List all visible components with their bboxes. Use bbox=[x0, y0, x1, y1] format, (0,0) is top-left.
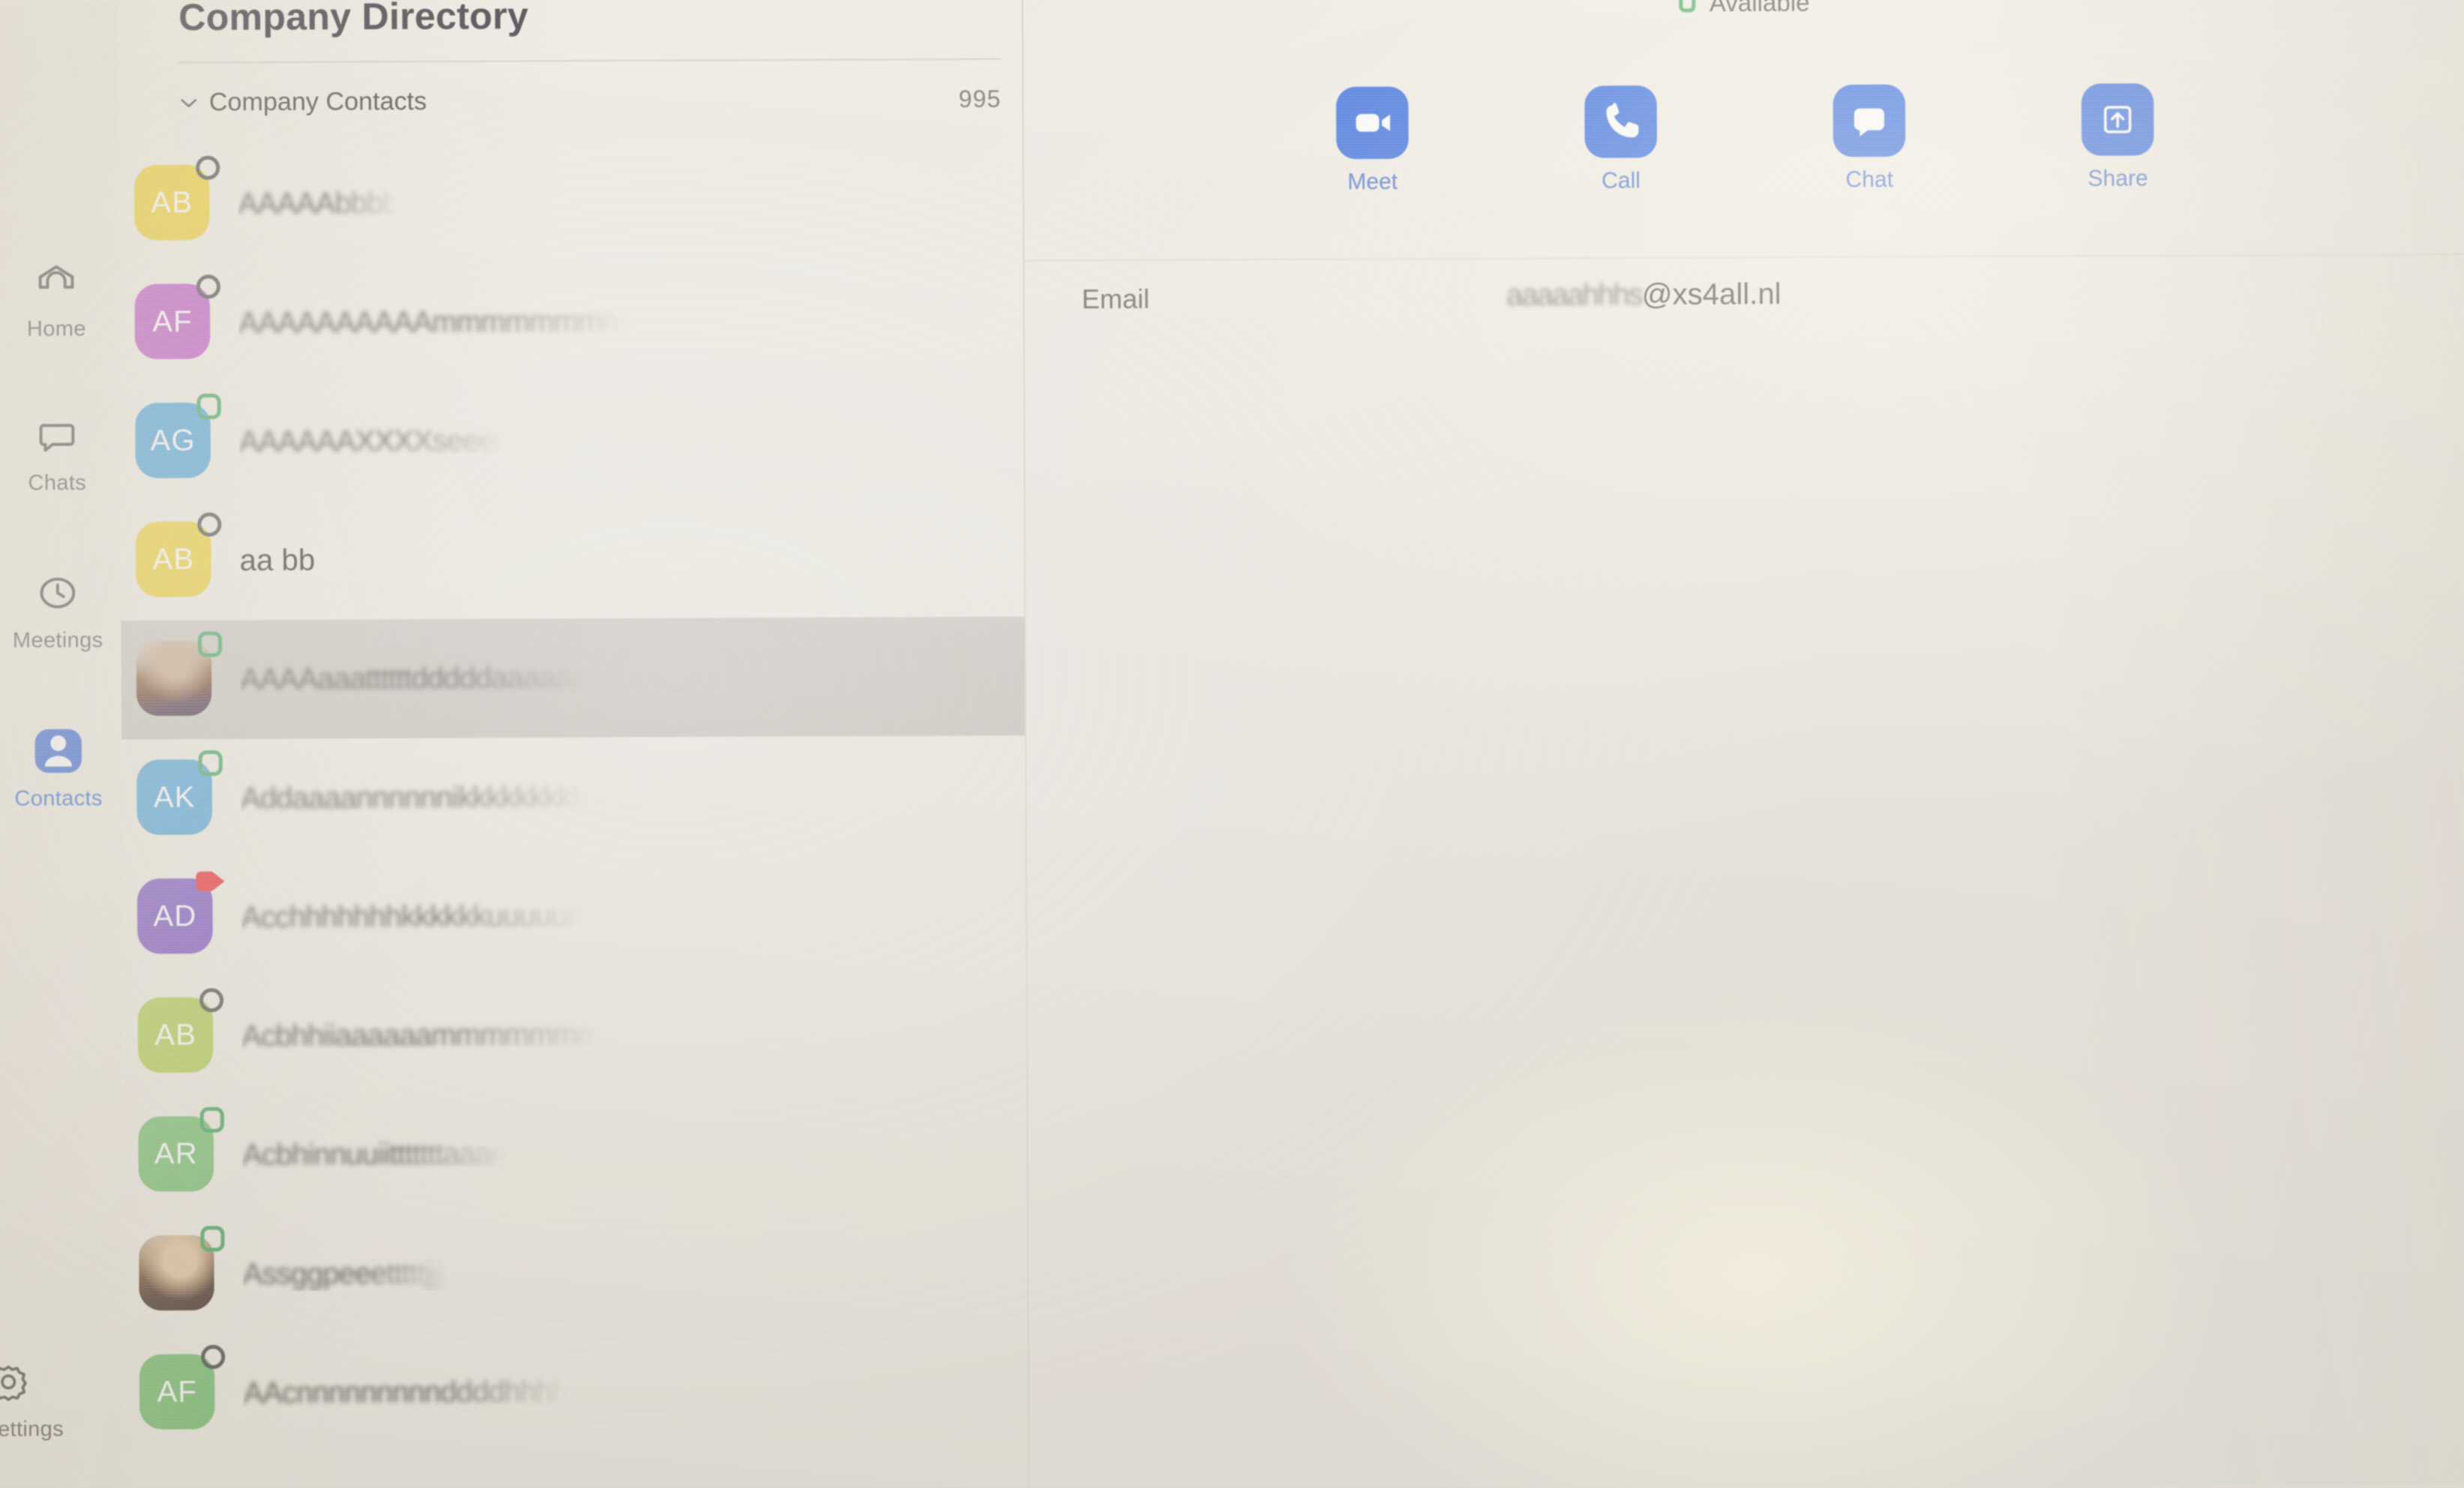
gear-icon bbox=[0, 1357, 35, 1407]
contact-row[interactable]: AR Acbhinnuuiitttttttaaan bbox=[123, 1092, 1027, 1215]
status-label: Available bbox=[1709, 0, 1810, 17]
chat-button[interactable]: Chat bbox=[1812, 84, 1926, 193]
email-field-row: Email aaaaahhhs@xs4all.nl bbox=[1024, 271, 2464, 331]
presence-available-icon bbox=[199, 1106, 224, 1133]
presence-available-icon bbox=[198, 750, 223, 777]
sidebar-item-label: Home bbox=[26, 316, 86, 341]
contact-row[interactable]: AB aa bb bbox=[121, 498, 1024, 621]
avatar bbox=[139, 1226, 225, 1313]
header-divider bbox=[177, 58, 1001, 64]
group-label: Company Contacts bbox=[208, 86, 427, 117]
action-label: Share bbox=[2088, 166, 2148, 192]
share-up-arrow-icon bbox=[2081, 83, 2154, 156]
email-redacted-part: aaaaahhhs bbox=[1506, 278, 1642, 313]
sidebar-item-settings[interactable]: Settings bbox=[0, 1357, 91, 1442]
sidebar-item-label: Chats bbox=[28, 471, 87, 496]
avatar: AB bbox=[135, 512, 222, 600]
presence-available-icon bbox=[1679, 0, 1696, 13]
page-title: Company Directory bbox=[178, 0, 529, 39]
meet-button[interactable]: Meet bbox=[1316, 86, 1429, 195]
action-label: Chat bbox=[1845, 167, 1894, 193]
contact-detail-panel: Available Meet Call Chat Share Email aaa… bbox=[1023, 0, 2464, 1488]
contact-name: AAAAAAXXXXseeer bbox=[238, 424, 505, 458]
avatar: AB bbox=[137, 988, 224, 1076]
action-label: Meet bbox=[1347, 169, 1398, 195]
speech-bubble-icon bbox=[1833, 84, 1906, 157]
sidebar-item-home[interactable]: Home bbox=[0, 256, 120, 342]
action-label: Call bbox=[1601, 168, 1641, 193]
sidebar-item-meetings[interactable]: Meetings bbox=[0, 568, 121, 654]
avatar: AB bbox=[133, 155, 220, 244]
contact-name: Acbhhiiaaaaaammmmmmm bbox=[241, 1017, 602, 1052]
presence-offline-icon bbox=[196, 274, 221, 299]
presence-available-icon bbox=[197, 631, 223, 657]
contact-row[interactable]: AF AAAAAAAAAAmmmmmmmm bbox=[119, 260, 1023, 383]
email-label: Email bbox=[1081, 283, 1150, 315]
contact-name: AAAAaaattttttdddddaaaaaa bbox=[240, 660, 588, 696]
contacts-list-panel: Company Directory Company Contacts 995 A… bbox=[118, 0, 1029, 1488]
sidebar-item-label: Meetings bbox=[12, 627, 103, 653]
home-icon bbox=[29, 256, 84, 307]
contact-row[interactable]: AF AAcnnnnnnnnnddddhhhh bbox=[124, 1330, 1028, 1453]
contact-name: AAcnnnnnnnnnddddhhhh bbox=[243, 1374, 568, 1409]
presence-offline-icon bbox=[196, 155, 220, 181]
contact-row[interactable]: Assggpeeetttttjjjj bbox=[124, 1211, 1027, 1334]
avatar: AK bbox=[136, 750, 223, 838]
left-nav-rail: Home Chats Meetings Contacts Settings bbox=[0, 1, 125, 1488]
contact-row[interactable]: AD Acchhhhhhhkkkkkkuuuuun bbox=[122, 855, 1026, 978]
contact-name: Acbhinnuuiitttttttaaan bbox=[242, 1136, 508, 1172]
contact-action-buttons: Meet Call Chat Share bbox=[1024, 82, 2464, 196]
avatar: AD bbox=[136, 871, 225, 957]
avatar-initials: AF bbox=[139, 1354, 215, 1430]
presence-available-icon bbox=[196, 393, 221, 420]
chevron-down-icon[interactable] bbox=[178, 94, 209, 109]
contact-row[interactable]: AB Acbhhiiaaaaaammmmmmm bbox=[122, 973, 1026, 1096]
avatar-initials: AB bbox=[135, 521, 211, 597]
chat-icon bbox=[30, 411, 85, 461]
presence-available-icon bbox=[200, 1226, 225, 1252]
status-badge: Available bbox=[1024, 0, 2464, 20]
contact-row[interactable]: AG AAAAAAXXXXseeer bbox=[120, 379, 1024, 501]
avatar: AF bbox=[134, 274, 221, 362]
contact-name: AAAAAbbbb bbox=[238, 186, 399, 220]
avatar bbox=[136, 631, 223, 719]
email-value[interactable]: aaaaahhhs@xs4all.nl bbox=[1506, 277, 1782, 313]
contact-name: AAAAAAAAAAmmmmmmmm bbox=[238, 304, 627, 340]
avatar-initials: AB bbox=[133, 164, 210, 241]
presence-offline-icon bbox=[200, 1345, 226, 1370]
contact-row[interactable]: AAAAaaattttttdddddaaaaaa bbox=[121, 616, 1025, 740]
phone-icon bbox=[1584, 85, 1657, 158]
contact-name: Addaaaannnnnnikkkkkkkkk bbox=[240, 780, 587, 815]
contact-name: Assggpeeetttttjjjj bbox=[242, 1256, 449, 1291]
contact-name: Acchhhhhhhkkkkkkuuuuun bbox=[241, 899, 583, 934]
group-count: 995 bbox=[958, 85, 1002, 112]
company-contacts-group-header[interactable]: Company Contacts 995 bbox=[178, 76, 1002, 125]
sidebar-item-label: Contacts bbox=[14, 786, 103, 811]
avatar-initials: AB bbox=[137, 997, 214, 1073]
clock-icon bbox=[31, 568, 85, 618]
avatar: AG bbox=[135, 393, 221, 481]
share-button[interactable]: Share bbox=[2061, 83, 2175, 192]
contact-row[interactable]: AB AAAAAbbbb bbox=[119, 141, 1023, 264]
contacts-icon bbox=[31, 726, 86, 777]
sidebar-item-label: Settings bbox=[0, 1417, 64, 1442]
contact-rows: AB AAAAAbbbb AF AAAAAAAAAAmmmmmmmm AG AAAAAAX… bbox=[119, 141, 1028, 1453]
contact-row[interactable]: AK Addaaaannnnnnikkkkkkkkk bbox=[121, 735, 1025, 858]
avatar-initials: AF bbox=[134, 283, 211, 360]
video-camera-icon bbox=[1335, 86, 1409, 160]
sidebar-item-chats[interactable]: Chats bbox=[0, 411, 121, 496]
contact-name: aa bb bbox=[239, 543, 316, 577]
sidebar-item-contacts[interactable]: Contacts bbox=[0, 726, 121, 811]
presence-offline-icon bbox=[197, 512, 222, 537]
presence-offline-icon bbox=[199, 988, 224, 1013]
avatar: AR bbox=[138, 1106, 224, 1195]
avatar: AF bbox=[139, 1345, 226, 1433]
email-domain-part: @xs4all.nl bbox=[1641, 277, 1782, 312]
call-button[interactable]: Call bbox=[1564, 85, 1677, 194]
presence-in-meeting-icon bbox=[196, 871, 226, 892]
detail-divider bbox=[1024, 253, 2464, 262]
